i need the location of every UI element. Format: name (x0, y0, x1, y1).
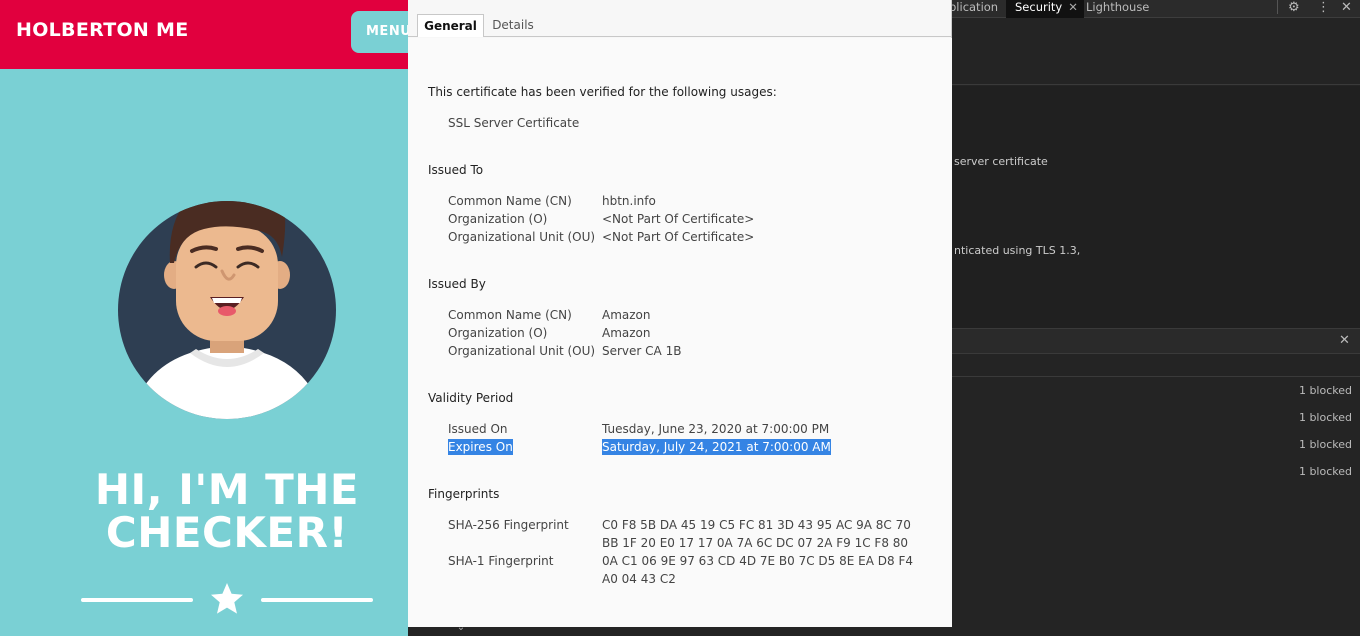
sha256-value-line-2: BB 1F 20 E0 17 17 0A 7A 6C DC 07 2A F9 1… (602, 536, 909, 550)
issued-by-cn-label: Common Name (CN) (448, 308, 572, 322)
issued-by-heading: Issued By (428, 277, 486, 291)
sha1-label: SHA-1 Fingerprint (448, 554, 554, 568)
issued-by-ou-label: Organizational Unit (OU) (448, 344, 596, 358)
drawer-header: ✕ (952, 328, 1360, 354)
issued-to-ou-label: Organizational Unit (OU) (448, 230, 596, 244)
security-overview-body: server certificate nticated using TLS 1.… (952, 86, 1360, 328)
sha1-value-line-2: A0 04 43 C2 (602, 572, 676, 586)
tab-security-label: Security (1015, 0, 1063, 14)
security-overview-header (952, 19, 1360, 85)
issued-to-cn-label: Common Name (CN) (448, 194, 572, 208)
issued-to-o-value: <Not Part Of Certificate> (602, 212, 755, 226)
devtools-tab-bar: plication Security ✕ Lighthouse ⚙ ⋮ ✕ (949, 0, 1360, 18)
sha1-value-line-1: 0A C1 06 9E 97 63 CD 4D 7E B0 7C D5 8E E… (602, 554, 913, 568)
avatar-illustration (136, 201, 318, 419)
fingerprints-heading: Fingerprints (428, 487, 500, 501)
site-header: HOLBERTON ME MENU (0, 0, 408, 69)
blocked-count: 1 blocked (1298, 411, 1352, 424)
tab-general[interactable]: General (417, 14, 484, 37)
security-text-connection: nticated using TLS 1.3, (954, 244, 1081, 257)
security-text-certificate: server certificate (954, 155, 1048, 168)
certificate-viewer-dialog: General Details This certificate has bee… (408, 0, 952, 627)
issued-to-cn-value: hbtn.info (602, 194, 656, 208)
avatar (118, 201, 336, 419)
hero-line-1: HI, I'M THE (94, 465, 360, 514)
drawer-toolbar (952, 355, 1360, 377)
issued-by-cn-value: Amazon (602, 308, 651, 322)
tab-lighthouse[interactable]: Lighthouse (1086, 0, 1149, 18)
sha256-label: SHA-256 Fingerprint (448, 518, 569, 532)
validity-heading: Validity Period (428, 391, 514, 405)
issued-by-ou-value: Server CA 1B (602, 344, 682, 358)
menu-button[interactable]: MENU (351, 11, 408, 53)
divider-line-left (81, 598, 193, 602)
hero-line-2: CHECKER! (105, 508, 349, 557)
devtools-panel: plication Security ✕ Lighthouse ⚙ ⋮ ✕ ser… (949, 0, 1360, 636)
expires-on-value: Saturday, July 24, 2021 at 7:00:00 AM (602, 439, 831, 455)
tab-application[interactable]: plication (949, 0, 998, 18)
close-icon[interactable]: ✕ (1341, 0, 1352, 15)
issued-to-o-label: Organization (O) (448, 212, 548, 226)
issued-on-label: Issued On (448, 422, 508, 436)
gear-icon[interactable]: ⚙ (1288, 0, 1300, 15)
certificate-general-panel: This certificate has been verified for t… (408, 38, 952, 627)
close-icon[interactable]: ✕ (1339, 333, 1350, 348)
issued-by-o-value: Amazon (602, 326, 651, 340)
hero-heading: HI, I'M THE CHECKER! (0, 468, 408, 554)
issued-to-heading: Issued To (428, 163, 484, 177)
tab-details[interactable]: Details (492, 14, 534, 37)
close-icon[interactable]: ✕ (1068, 0, 1078, 14)
issued-by-o-label: Organization (O) (448, 326, 548, 340)
blocked-count: 1 blocked (1298, 465, 1352, 478)
expires-on-label: Expires On (448, 439, 513, 455)
sha256-value-line-1: C0 F8 5B DA 45 19 C5 FC 81 3D 43 95 AC 9… (602, 518, 911, 532)
usage-heading: This certificate has been verified for t… (428, 85, 777, 99)
issued-on-value: Tuesday, June 23, 2020 at 7:00:00 PM (602, 422, 830, 436)
divider-line-right (261, 598, 373, 602)
blocked-count: 1 blocked (1298, 384, 1352, 397)
toolbar-divider (1277, 0, 1278, 14)
certificate-tab-strip: General Details (408, 0, 952, 37)
issued-to-ou-value: <Not Part Of Certificate> (602, 230, 755, 244)
tab-security[interactable]: Security ✕ (1006, 0, 1084, 18)
usage-value: SSL Server Certificate (448, 116, 580, 130)
more-options-icon[interactable]: ⋮ (1317, 0, 1330, 15)
site-brand[interactable]: HOLBERTON ME (16, 19, 189, 41)
website-page: HOLBERTON ME MENU HI, I'M THE CHECKER! (0, 0, 408, 636)
blocked-count: 1 blocked (1298, 438, 1352, 451)
star-icon (211, 583, 243, 614)
